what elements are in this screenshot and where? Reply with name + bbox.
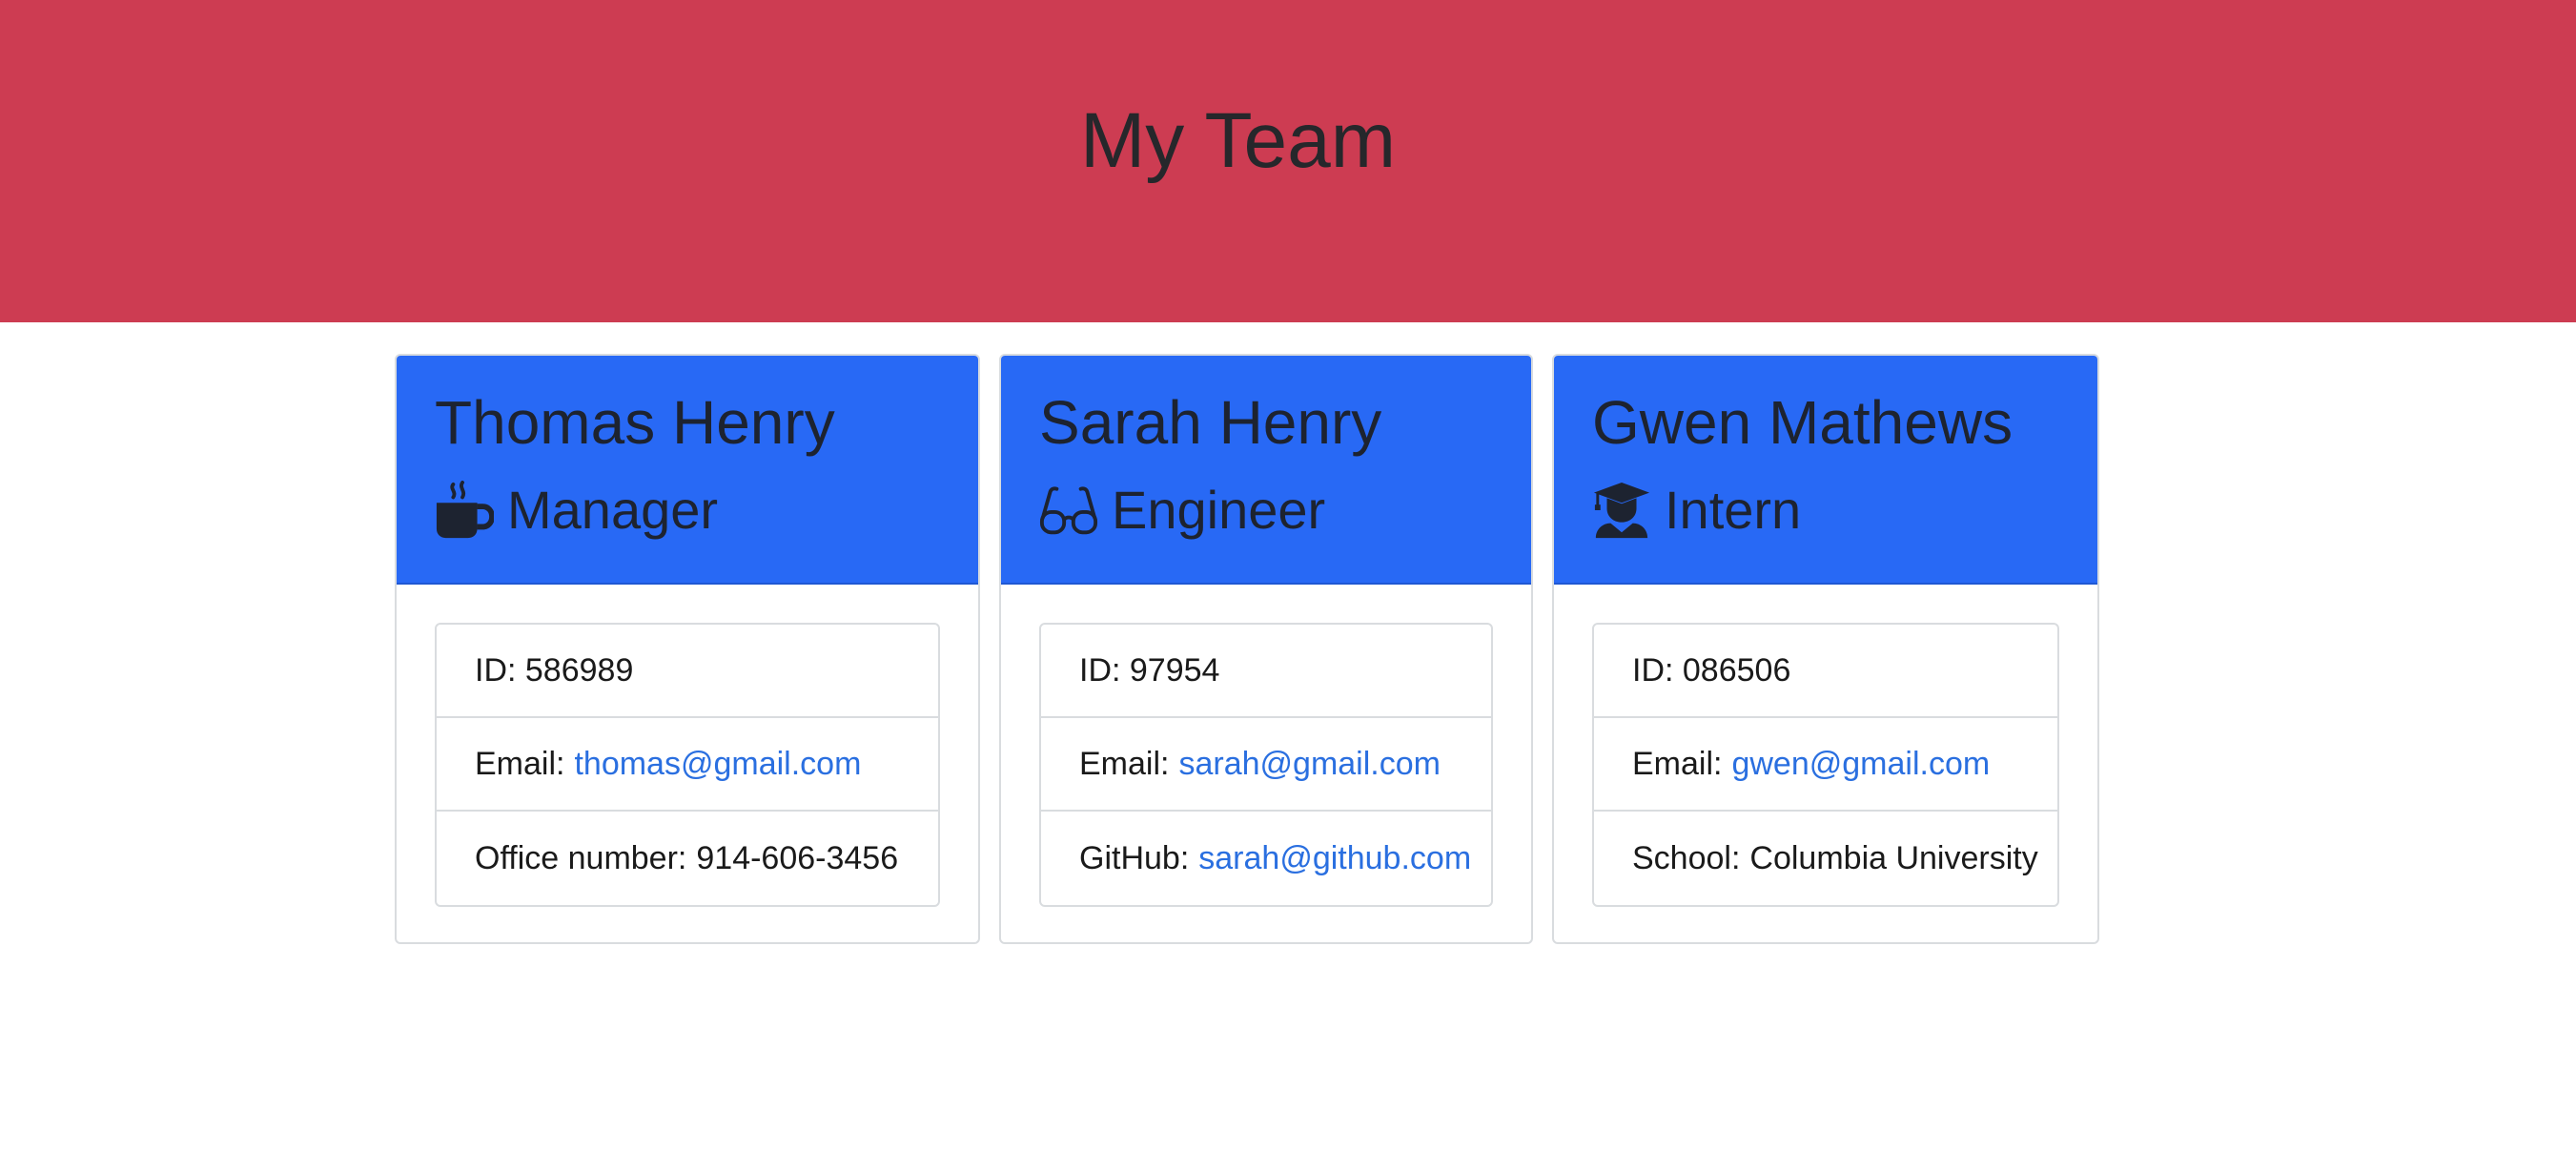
office-number-row: Office number: 914-606-3456 bbox=[437, 812, 938, 905]
email-link[interactable]: sarah@gmail.com bbox=[1178, 746, 1441, 783]
role-label: Engineer bbox=[1112, 480, 1326, 540]
email-link[interactable]: thomas@gmail.com bbox=[574, 746, 861, 783]
email-label: Email: bbox=[1632, 745, 1723, 782]
employee-card-intern: Gwen Mathews Intern ID: 086506 Email: gw… bbox=[1552, 354, 2099, 944]
employee-email-row: Email: gwen@gmail.com bbox=[1594, 718, 2057, 812]
employee-name: Gwen Mathews bbox=[1592, 388, 2014, 457]
employee-card-engineer: Sarah Henry Engineer ID: 97954 Email: sa… bbox=[999, 354, 1533, 944]
card-header: Gwen Mathews Intern bbox=[1554, 356, 2097, 585]
employee-id: ID: 586989 bbox=[437, 625, 938, 718]
email-label: Email: bbox=[1079, 745, 1170, 782]
employee-id: ID: 97954 bbox=[1041, 625, 1491, 718]
school-row: School: Columbia University bbox=[1594, 812, 2057, 905]
office-number-label: Office number: bbox=[475, 839, 687, 876]
page-title: My Team bbox=[1079, 97, 1397, 184]
card-header: Thomas Henry Manager bbox=[397, 356, 978, 585]
school-value: Columbia University bbox=[1749, 839, 2038, 876]
card-header: Sarah Henry Engineer bbox=[1001, 356, 1531, 585]
employee-email-row: Email: sarah@gmail.com bbox=[1041, 718, 1491, 812]
employee-name: Sarah Henry bbox=[1039, 388, 1382, 457]
employee-details: ID: 97954 Email: sarah@gmail.com GitHub:… bbox=[1039, 623, 1493, 907]
role-label: Intern bbox=[1665, 480, 1802, 540]
employee-role: Manager bbox=[435, 476, 718, 545]
github-row: GitHub: sarah@github.com bbox=[1041, 812, 1491, 905]
office-number-value: 914-606-3456 bbox=[696, 839, 899, 876]
employee-role: Engineer bbox=[1039, 476, 1325, 545]
employee-email-row: Email: thomas@gmail.com bbox=[437, 718, 938, 812]
employee-card-manager: Thomas Henry Manager ID: 586989 Email: t… bbox=[395, 354, 980, 944]
coffee-mug-icon bbox=[435, 481, 494, 540]
github-link[interactable]: sarah@github.com bbox=[1198, 840, 1471, 877]
github-label: GitHub: bbox=[1079, 839, 1190, 876]
email-label: Email: bbox=[475, 745, 565, 782]
role-label: Manager bbox=[507, 480, 719, 540]
email-link[interactable]: gwen@gmail.com bbox=[1731, 746, 1990, 783]
employee-role: Intern bbox=[1592, 476, 1801, 545]
school-label: School: bbox=[1632, 839, 1741, 876]
employee-details: ID: 086506 Email: gwen@gmail.com School:… bbox=[1592, 623, 2059, 907]
page-header: My Team bbox=[0, 0, 2576, 322]
glasses-icon bbox=[1039, 481, 1098, 540]
employee-name: Thomas Henry bbox=[435, 388, 835, 457]
graduate-icon bbox=[1592, 481, 1651, 540]
employee-details: ID: 586989 Email: thomas@gmail.com Offic… bbox=[435, 623, 940, 907]
employee-id: ID: 086506 bbox=[1594, 625, 2057, 718]
